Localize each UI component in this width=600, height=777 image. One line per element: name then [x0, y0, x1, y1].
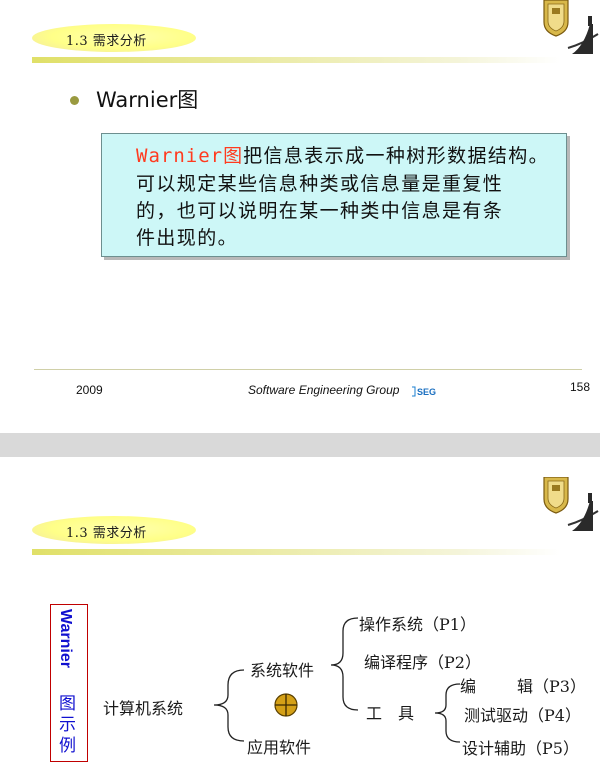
node-os: 操作系统（P1） — [359, 615, 476, 634]
definition-line-1-rest: 把信息表示成一种树形数据结构。 — [243, 145, 550, 167]
footer-page-number: 158 — [570, 380, 591, 394]
footer-year: 2009 — [76, 383, 103, 397]
warnier-brackets — [213, 617, 461, 743]
slide-158: 1.3 需求分析 Warnier图 Warnier图把信息表示成一种树形数据结构… — [0, 0, 600, 433]
node-system-software: 系统软件 — [250, 661, 315, 680]
slide-159: 1.3 需求分析 Warnier 图 示 例 计算机系统 系统软件 应用软件 操… — [0, 457, 600, 777]
definition-line-4: 件出现的。 — [136, 227, 239, 249]
seg-logo-icon: SEG — [412, 386, 436, 397]
section-bar — [32, 57, 560, 63]
node-editor-a: 编 — [460, 677, 477, 696]
node-test-driver: 测试驱动（P4） — [464, 706, 581, 725]
bullet-text: Warnier图 — [96, 88, 199, 112]
node-root: 计算机系统 — [103, 699, 184, 718]
bracket-tools — [434, 683, 461, 743]
bracket-root — [213, 669, 245, 742]
section-label: 1.3 需求分析 — [66, 34, 147, 49]
definition-line-2: 可以规定某些信息种类或信息量是重复性 — [136, 173, 504, 195]
footer-group: Software Engineering Group — [248, 383, 400, 397]
node-design-aid: 设计辅助（P5） — [462, 739, 579, 758]
node-editor-b: 辑（P3） — [517, 677, 586, 696]
exclusive-or-icon — [274, 693, 298, 717]
svg-text:SEG: SEG — [417, 387, 436, 397]
definition-term: Warnier图 — [136, 145, 244, 167]
definition-box: Warnier图把信息表示成一种树形数据结构。 可以规定某些信息种类或信息量是重… — [101, 133, 567, 257]
node-application-software: 应用软件 — [247, 738, 312, 757]
definition-line-3: 的，也可以说明在某一种类中信息是有条 — [136, 200, 504, 222]
footer-rule — [34, 369, 582, 370]
bracket-system-software — [330, 617, 359, 711]
bullet-dot — [70, 96, 79, 105]
node-compiler: 编译程序（P2） — [364, 653, 481, 672]
university-emblem-icon — [543, 0, 599, 54]
node-tools: 工 具 — [366, 704, 415, 723]
definition-line-1: Warnier图把信息表示成一种树形数据结构。 — [136, 141, 549, 168]
